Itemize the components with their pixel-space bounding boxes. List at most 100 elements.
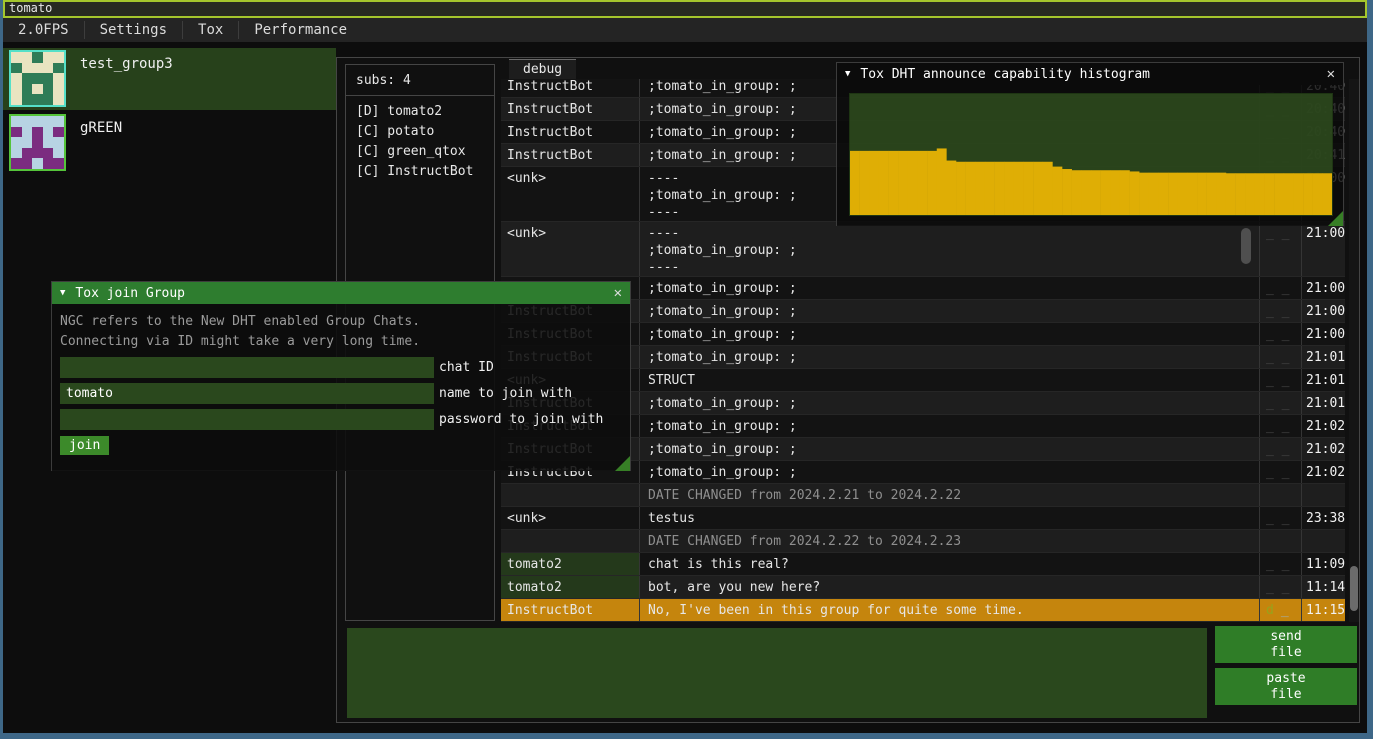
- chat-row[interactable]: InstructBotNo, I've been in this group f…: [501, 599, 1345, 622]
- avatar-pixel: [11, 73, 22, 84]
- message-text: DATE CHANGED from 2024.2.22 to 2024.2.23: [639, 530, 1259, 552]
- receipt-indicator: _ _: [1259, 323, 1301, 345]
- avatar-pixel: [53, 137, 64, 148]
- join-field-label: name to join with: [439, 386, 572, 401]
- collapse-arrow-icon[interactable]: ▼: [845, 69, 850, 79]
- message-input[interactable]: [347, 628, 1207, 718]
- app-title: tomato: [9, 1, 52, 15]
- sender-name: InstructBot: [501, 79, 639, 97]
- group-item-green[interactable]: gREEN: [3, 112, 336, 174]
- avatar-pixel: [32, 127, 43, 138]
- join-fields: chat ID tomato name to join with password t…: [60, 357, 622, 430]
- join-group-window: ▼ Tox join Group ✕ NGC refers to the New…: [51, 281, 631, 471]
- timestamp: 21:00: [1301, 323, 1345, 345]
- join-group-body: NGC refers to the New DHT enabled Group …: [52, 304, 630, 471]
- system-row[interactable]: DATE CHANGED from 2024.2.21 to 2024.2.22: [501, 484, 1345, 507]
- join-info-line-1: NGC refers to the New DHT enabled Group …: [60, 312, 622, 332]
- avatar-pixel: [11, 84, 22, 95]
- close-icon[interactable]: ✕: [614, 286, 622, 300]
- avatar-pixel: [53, 148, 64, 159]
- avatar-pixel: [22, 84, 33, 95]
- join-field-row: tomato name to join with: [60, 383, 622, 404]
- receipt-indicator: _ _: [1259, 277, 1301, 299]
- sender-name: [501, 530, 639, 552]
- timestamp: 21:01: [1301, 369, 1345, 391]
- avatar-pixel: [43, 84, 54, 95]
- chat-scrollbar-track[interactable]: [1349, 79, 1359, 622]
- join-group-title-bar: ▼ Tox join Group ✕: [52, 282, 630, 304]
- group-item-test-group3[interactable]: test_group3: [3, 48, 336, 110]
- receipt-indicator: _ _: [1259, 438, 1301, 460]
- undelivered-mark: _: [1281, 603, 1289, 618]
- chat-row[interactable]: <unk>---- ;tomato_in_group: ; ----_ _21:…: [501, 222, 1345, 277]
- chat-row[interactable]: <unk>testus_ _23:38: [501, 507, 1345, 530]
- avatar-pixel: [53, 127, 64, 138]
- join-field-chat-id[interactable]: [60, 357, 434, 378]
- avatar-pixel: [22, 148, 33, 159]
- receipt-indicator: d_: [1259, 599, 1301, 621]
- chat-scrollbar-thumb[interactable]: [1350, 566, 1358, 611]
- join-field-label: chat ID: [439, 360, 494, 375]
- avatar-pixel: [32, 137, 43, 148]
- contact-sidebar: test_group3gREEN: [3, 42, 336, 174]
- timestamp: 11:15: [1301, 599, 1345, 621]
- chat-row[interactable]: tomato2bot, are you new here?_ _11:14: [501, 576, 1345, 599]
- close-icon[interactable]: ✕: [1327, 67, 1335, 81]
- resize-grip-icon[interactable]: [615, 456, 630, 471]
- menu-item-settings[interactable]: Settings: [85, 18, 182, 42]
- sender-name: [501, 484, 639, 506]
- collapse-arrow-icon[interactable]: ▼: [60, 288, 65, 298]
- join-field-label: password to join with: [439, 412, 603, 427]
- receipt-indicator: _ _: [1259, 507, 1301, 529]
- timestamp: 21:01: [1301, 392, 1345, 414]
- avatar-pixel: [32, 148, 43, 159]
- group-avatar: [9, 114, 66, 171]
- paste-file-button[interactable]: paste file: [1215, 668, 1357, 705]
- avatar-pixel: [22, 116, 33, 127]
- message-text: ;tomato_in_group: ;: [639, 277, 1259, 299]
- avatar-pixel: [53, 63, 64, 74]
- message-text: ;tomato_in_group: ;: [639, 300, 1259, 322]
- menu-item-performance[interactable]: Performance: [239, 18, 362, 42]
- avatar-pixel: [22, 52, 33, 63]
- subs-separator: [346, 95, 494, 96]
- avatar-pixel: [43, 94, 54, 105]
- receipt-indicator: _ _: [1259, 300, 1301, 322]
- message-scrollbar-thumb[interactable]: [1241, 228, 1251, 264]
- subs-member-c-potato: [C] potato: [356, 122, 494, 142]
- avatar-pixel: [32, 116, 43, 127]
- avatar-pixel: [11, 116, 22, 127]
- group-name: test_group3: [80, 56, 173, 110]
- tab-debug[interactable]: debug: [509, 59, 576, 80]
- message-text: ;tomato_in_group: ;: [639, 346, 1259, 368]
- avatar-pixel: [11, 127, 22, 138]
- avatar-pixel: [43, 158, 54, 169]
- join-button[interactable]: join: [60, 436, 109, 455]
- histogram-body: [837, 85, 1343, 226]
- timestamp: 23:38: [1301, 507, 1345, 529]
- avatar-pixel: [43, 137, 54, 148]
- join-field-name-to-join-with[interactable]: tomato: [60, 383, 434, 404]
- subs-member-d-tomato2: [D] tomato2: [356, 102, 494, 122]
- receipt-indicator: [1259, 484, 1301, 506]
- avatar-pixel: [53, 52, 64, 63]
- resize-grip-icon[interactable]: [1328, 211, 1343, 226]
- sender-name: InstructBot: [501, 121, 639, 143]
- avatar-pixel: [53, 73, 64, 84]
- avatar-pixel: [43, 52, 54, 63]
- menu-item-tox[interactable]: Tox: [183, 18, 238, 42]
- histogram-title: Tox DHT announce capability histogram: [860, 67, 1150, 82]
- sender-name: <unk>: [501, 222, 639, 276]
- message-text: testus: [639, 507, 1259, 529]
- sender-name: <unk>: [501, 507, 639, 529]
- message-text: bot, are you new here?: [639, 576, 1259, 598]
- chat-row[interactable]: tomato2chat is this real?_ _11:09: [501, 553, 1345, 576]
- join-field-password-to-join-with[interactable]: [60, 409, 434, 430]
- receipt-indicator: [1259, 530, 1301, 552]
- message-text: ;tomato_in_group: ;: [639, 438, 1259, 460]
- app-window: tomato 2.0FPSSettingsToxPerformance test…: [0, 0, 1373, 739]
- avatar-pixel: [22, 73, 33, 84]
- receipt-indicator: _ _: [1259, 392, 1301, 414]
- system-row[interactable]: DATE CHANGED from 2024.2.22 to 2024.2.23: [501, 530, 1345, 553]
- send-file-button[interactable]: send file: [1215, 626, 1357, 663]
